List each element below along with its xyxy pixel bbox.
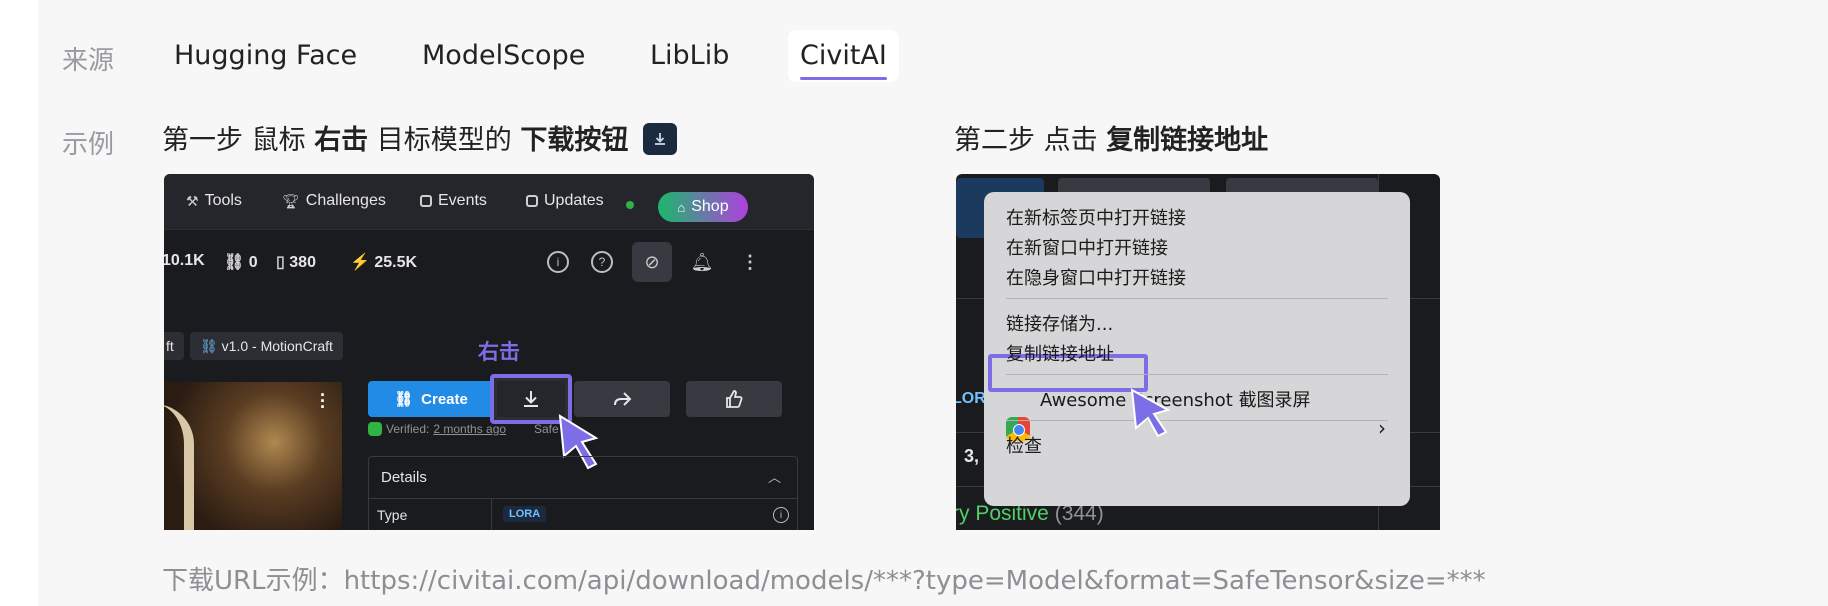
bell-icon: 🔔︎ xyxy=(690,251,714,272)
details-section: Details ︿ Type LORA i xyxy=(368,456,798,530)
info-button: i xyxy=(538,242,578,282)
calendar-icon xyxy=(420,195,432,207)
eye-off-icon: ⊘ xyxy=(644,251,660,272)
nav-updates-label: Updates xyxy=(544,192,604,209)
nav-challenges-label: Challenges xyxy=(305,192,386,209)
nav-challenges: 🏆︎ Challenges xyxy=(282,192,386,210)
verified-info: Verified: 2 months ago xyxy=(368,422,506,436)
download-icon xyxy=(642,122,677,155)
shop-label: Shop xyxy=(691,198,729,215)
updates-icon xyxy=(526,195,538,207)
status-dot xyxy=(626,201,634,209)
menu-copy-link: 复制链接地址 xyxy=(1006,344,1114,365)
verified-icon xyxy=(368,422,382,436)
stat-buzz-value: 25.5K xyxy=(374,254,418,271)
create-button: ⛓ Create xyxy=(368,381,494,417)
shop-bag-icon: ⌂ xyxy=(677,199,686,215)
menu-separator-2 xyxy=(1006,374,1388,375)
menu-separator-1 xyxy=(1006,298,1388,299)
chevron-up-icon: ︿ xyxy=(767,470,781,485)
right-click-annotation: 右击 xyxy=(478,341,520,364)
type-badge: LORA xyxy=(503,506,547,522)
type-divider xyxy=(491,499,492,530)
create-label: Create xyxy=(421,390,468,408)
tab-civitai[interactable]: CivitAI xyxy=(788,30,899,82)
lightning-icon: ⚡ xyxy=(350,254,370,271)
trophy-icon: 🏆︎ xyxy=(282,192,300,209)
chip-version-label: v1.0 - MotionCraft xyxy=(221,338,333,354)
more-button: ⋮ xyxy=(730,242,770,282)
step1-prefix: 第一步 鼠标 xyxy=(162,125,306,156)
tab-hugging-face[interactable]: Hugging Face xyxy=(162,30,369,82)
nav-events: Events xyxy=(420,192,487,210)
bookmark-icon: ▯ xyxy=(276,254,285,271)
stat-links-value: 0 xyxy=(248,254,258,271)
verified-time: 2 months ago xyxy=(433,422,507,436)
menu-open-new-tab: 在新标签页中打开链接 xyxy=(1006,208,1186,229)
stat-links: ⛓ 0 xyxy=(224,252,258,272)
menu-inspect: 检查 xyxy=(1006,436,1042,457)
type-info-icon: i xyxy=(773,507,789,523)
context-menu-screenshot-step2: LORA 3, ry Positive (344) 在新标签页中打开链接 在新窗… xyxy=(956,174,1440,530)
step1-middle: 目标模型的 xyxy=(376,125,512,156)
link-icon: ⛓ xyxy=(224,254,245,271)
step2-instruction: 第二步 点击 复制链接地址 xyxy=(954,118,1268,157)
example-label: 示例 xyxy=(62,130,115,160)
menu-separator-3 xyxy=(1006,420,1388,421)
safetensor-label: Safe xyxy=(534,422,559,436)
share-icon xyxy=(614,392,632,406)
menu-open-new-window: 在新窗口中打开链接 xyxy=(1006,238,1168,259)
type-row: Type LORA i xyxy=(369,499,797,530)
download-button-inner xyxy=(497,381,565,417)
menu-open-incognito: 在隐身窗口中打开链接 xyxy=(1006,268,1186,289)
thumbs-up-icon xyxy=(726,390,743,408)
chip-version: ⛓ v1.0 - MotionCraft xyxy=(190,332,343,360)
tools-icon: ⚒ xyxy=(186,192,199,209)
verified-prefix: Verified: xyxy=(386,422,430,436)
cursor-arrow-icon-2 xyxy=(1130,388,1171,438)
version-link-icon: ⛓ xyxy=(200,338,218,354)
step1-instruction: 第一步 鼠标 右击 目标模型的 下载按钮 xyxy=(162,118,677,158)
notify-button: 🔔︎ xyxy=(682,242,722,282)
more-vertical-icon: ⋮ xyxy=(741,251,759,272)
stat-buzz: ⚡ 25.5K xyxy=(350,252,417,272)
help-button: ? xyxy=(582,242,622,282)
info-icon: i xyxy=(547,251,569,273)
question-icon: ? xyxy=(591,251,613,273)
step2-target: 复制链接地址 xyxy=(1106,125,1269,156)
browser-context-menu: 在新标签页中打开链接 在新窗口中打开链接 在隐身窗口中打开链接 链接存储为...… xyxy=(984,192,1410,506)
chip-partial: ft xyxy=(164,332,184,360)
nav-events-label: Events xyxy=(438,192,487,209)
type-label: Type xyxy=(377,507,408,523)
shop-button: ⌂ Shop xyxy=(658,192,748,222)
civitai-screenshot-step1: ⚒ Tools 🏆︎ Challenges Events Updates ⌂ S… xyxy=(164,174,814,530)
nav-tools-label: Tools xyxy=(204,192,242,209)
download-url-example: 下载URL示例：https://civitai.com/api/download… xyxy=(162,566,1486,596)
tab-liblib[interactable]: LibLib xyxy=(638,30,741,82)
thumbnail-menu-icon: · · · xyxy=(320,385,326,417)
brush-icon: ⛓ xyxy=(394,391,414,408)
tab-modelscope[interactable]: ModelScope xyxy=(410,30,597,82)
step1-action: 右击 xyxy=(314,125,369,156)
download-arrow-icon xyxy=(524,391,538,407)
source-label: 来源 xyxy=(62,46,115,76)
like-button xyxy=(686,381,782,417)
step2-prefix: 第二步 点击 xyxy=(954,125,1098,156)
nav-tools: ⚒ Tools xyxy=(186,192,242,210)
details-label: Details xyxy=(381,469,427,486)
menu-save-link: 链接存储为... xyxy=(1006,314,1114,335)
stat-downloads: 10.1K xyxy=(164,252,205,269)
stat-bookmarks-value: 380 xyxy=(289,254,316,271)
details-header: Details ︿ xyxy=(369,457,797,499)
stat-bookmarks: ▯ 380 xyxy=(276,252,316,272)
hide-button: ⊘ xyxy=(632,242,672,282)
nav-updates: Updates xyxy=(526,192,604,210)
step1-target: 下载按钮 xyxy=(520,125,629,156)
bg-number-text: 3, xyxy=(964,446,980,466)
